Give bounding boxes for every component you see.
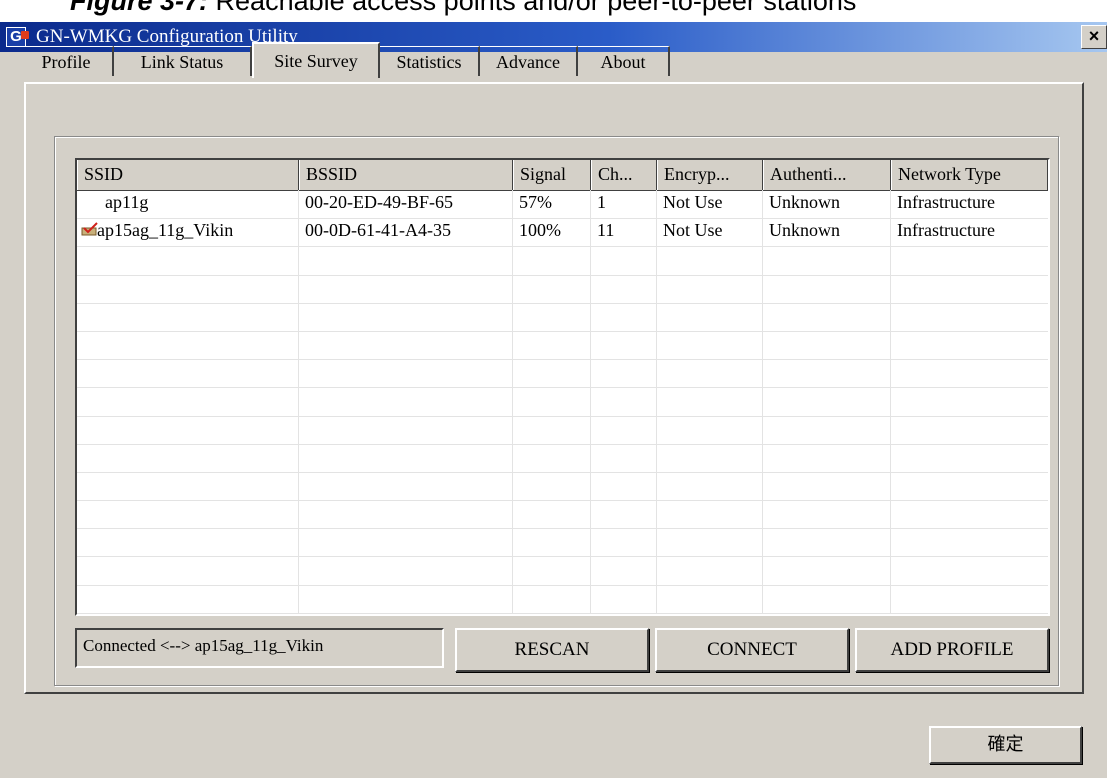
empty-row (77, 586, 1048, 614)
ok-button[interactable]: 確定 (929, 726, 1082, 764)
column-header-ssid[interactable]: SSID (77, 160, 299, 190)
tab-profile[interactable]: Profile (20, 46, 114, 76)
cell-network-type: Infrastructure (897, 220, 995, 241)
empty-row (77, 417, 1048, 445)
column-header-bssid[interactable]: BSSID (299, 160, 513, 190)
cell-bssid: 00-20-ED-49-BF-65 (305, 192, 453, 212)
empty-row (77, 388, 1048, 417)
tab-about[interactable]: About (578, 46, 670, 76)
empty-row (77, 304, 1048, 332)
figure-label: Figure 3-7: (70, 0, 209, 16)
column-header-channel[interactable]: Ch... (591, 160, 657, 190)
cell-authentication: Unknown (769, 220, 840, 241)
figure-caption: Figure 3-7: Reachable access points and/… (70, 0, 856, 16)
list-rows: ap11g 00-20-ED-49-BF-65 57% 1 Not Use Un… (77, 191, 1048, 614)
empty-row (77, 473, 1048, 502)
empty-row (77, 247, 1048, 276)
figure-text: Reachable access points and/or peer-to-p… (215, 0, 857, 16)
tab-advance[interactable]: Advance (480, 46, 578, 76)
add-profile-button[interactable]: ADD PROFILE (855, 628, 1049, 672)
cell-bssid: 00-0D-61-41-A4-35 (305, 220, 451, 241)
column-header-signal[interactable]: Signal (513, 160, 591, 190)
empty-row (77, 501, 1048, 530)
app-logo-icon: G (6, 27, 29, 47)
empty-row (77, 529, 1048, 558)
connection-status: Connected <--> ap15ag_11g_Vikin (75, 628, 444, 668)
empty-row (77, 557, 1048, 586)
cell-authentication: Unknown (769, 192, 840, 212)
cell-ssid: ap15ag_11g_Vikin (97, 220, 234, 241)
site-survey-list[interactable]: SSID BSSID Signal Ch... Encryp... Authen… (75, 158, 1050, 616)
cell-signal: 100% (519, 220, 561, 241)
cell-encryption: Not Use (663, 192, 723, 212)
cell-ssid: ap11g (105, 192, 149, 212)
column-header-authentication[interactable]: Authenti... (763, 160, 891, 190)
table-row[interactable]: ap15ag_11g_Vikin 00-0D-61-41-A4-35 100% … (77, 219, 1048, 248)
cell-channel: 11 (597, 220, 615, 241)
rescan-button[interactable]: RESCAN (455, 628, 649, 672)
list-header: SSID BSSID Signal Ch... Encryp... Authen… (77, 160, 1048, 191)
column-header-encryption[interactable]: Encryp... (657, 160, 763, 190)
close-button[interactable]: × (1081, 25, 1107, 49)
empty-row (77, 445, 1048, 473)
tab-statistics[interactable]: Statistics (380, 46, 480, 76)
tab-site-survey[interactable]: Site Survey (252, 42, 380, 78)
cell-encryption: Not Use (663, 220, 723, 241)
cell-network-type: Infrastructure (897, 192, 995, 212)
empty-row (77, 360, 1048, 389)
cell-channel: 1 (597, 192, 606, 212)
cell-signal: 57% (519, 192, 552, 212)
connect-button[interactable]: CONNECT (655, 628, 849, 672)
column-header-network-type[interactable]: Network Type (891, 160, 1048, 190)
empty-row (77, 276, 1048, 304)
table-row[interactable]: ap11g 00-20-ED-49-BF-65 57% 1 Not Use Un… (77, 191, 1048, 220)
tab-link-status[interactable]: Link Status (114, 46, 252, 76)
empty-row (77, 332, 1048, 361)
